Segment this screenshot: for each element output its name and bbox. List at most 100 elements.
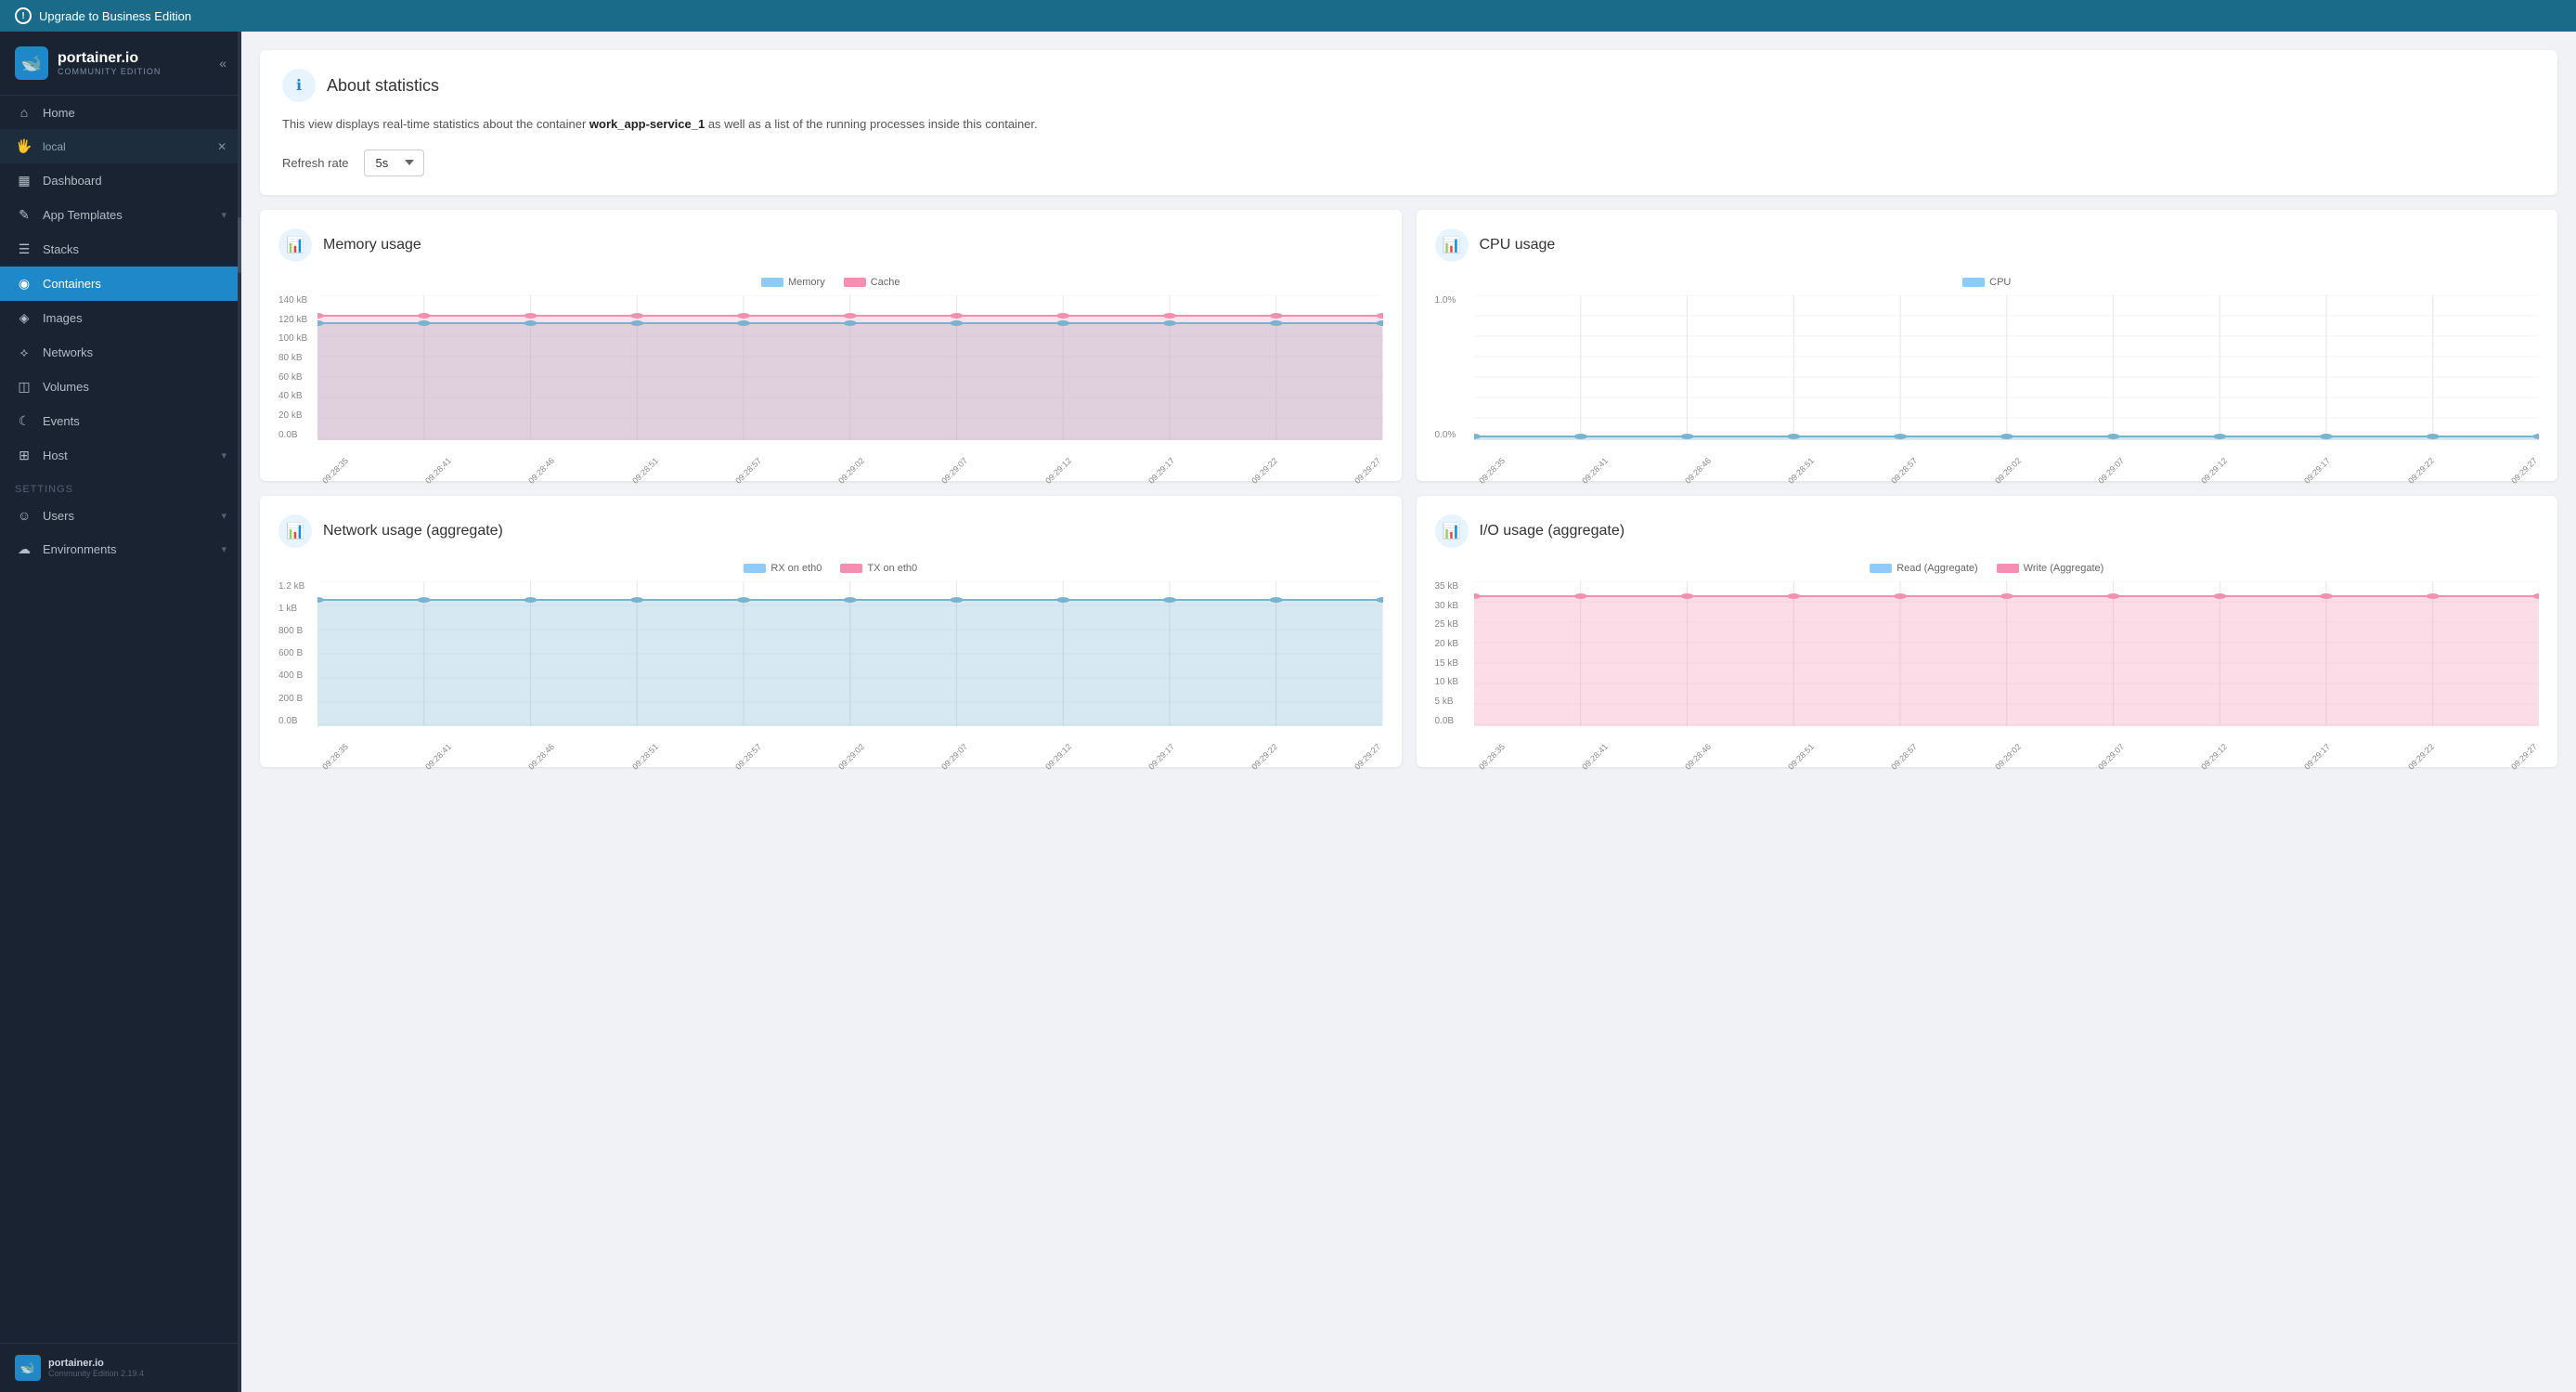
main-content: ℹ About statistics This view displays re… — [241, 32, 2576, 1392]
settings-section-title: Settings — [0, 473, 241, 499]
upgrade-icon: ! — [15, 7, 32, 24]
footer-logo-name: portainer.io — [48, 1358, 144, 1369]
io-chart-legend: Read (Aggregate) Write (Aggregate) — [1435, 563, 2540, 574]
memory-chart-legend: Memory Cache — [278, 277, 1383, 288]
sidebar-item-label: Containers — [43, 277, 227, 291]
sidebar-item-environments[interactable]: ☁ Environments ▾ — [0, 532, 241, 566]
sidebar-item-label: Home — [43, 106, 227, 120]
memory-legend-swatch — [761, 278, 783, 287]
sidebar-item-label: Users — [43, 509, 212, 523]
networks-icon: ⟡ — [15, 345, 33, 360]
sidebar-item-host[interactable]: ⊞ Host ▾ — [0, 438, 241, 473]
io-usage-card: 📊 I/O usage (aggregate) Read (Aggregate)… — [1417, 496, 2558, 767]
sidebar-item-stacks[interactable]: ☰ Stacks — [0, 232, 241, 267]
chevron-down-icon: ▾ — [221, 209, 227, 221]
network-x-axis: 09:28:35 09:28:41 09:28:46 09:28:51 09:2… — [317, 726, 1383, 748]
network-chart-legend: RX on eth0 TX on eth0 — [278, 563, 1383, 574]
sidebar-item-networks[interactable]: ⟡ Networks — [0, 335, 241, 370]
io-y-axis: 35 kB30 kB25 kB20 kB15 kB10 kB5 kB0.0B — [1435, 581, 1474, 726]
cpu-chart-icon: 📊 — [1435, 228, 1469, 262]
read-legend-swatch — [1870, 564, 1892, 573]
sidebar-item-label: Events — [43, 414, 227, 428]
tx-legend-label: TX on eth0 — [867, 563, 917, 574]
cpu-chart-title: CPU usage — [1480, 237, 1556, 254]
refresh-rate-label: Refresh rate — [282, 156, 349, 170]
about-description: This view displays real-time statistics … — [282, 115, 2535, 135]
sidebar-item-label: Networks — [43, 345, 227, 359]
sidebar-logo-area: 🐋 portainer.io COMMUNITY EDITION « — [0, 32, 241, 96]
upgrade-label: Upgrade to Business Edition — [39, 9, 191, 23]
users-icon: ☺ — [15, 508, 33, 523]
network-chart-icon: 📊 — [278, 514, 312, 548]
cpu-legend-label: CPU — [1989, 277, 2011, 288]
chevron-down-icon: ▾ — [221, 449, 227, 462]
refresh-rate-select[interactable]: 5s 1s 10s 30s off — [364, 150, 424, 176]
cpu-usage-card: 📊 CPU usage CPU 1.0%0.0% — [1417, 210, 2558, 481]
sidebar-item-volumes[interactable]: ◫ Volumes — [0, 370, 241, 404]
io-plot — [1474, 581, 2540, 726]
environments-icon: ☁ — [15, 541, 33, 557]
sidebar-item-containers[interactable]: ◉ Containers — [0, 267, 241, 301]
chevron-down-icon: ▾ — [221, 510, 227, 522]
io-x-axis: 09:28:35 09:28:41 09:28:46 09:28:51 09:2… — [1474, 726, 2540, 748]
memory-y-axis: 140 kB120 kB100 kB80 kB60 kB40 kB20 kB0.… — [278, 295, 317, 440]
memory-x-axis: 09:28:35 09:28:41 09:28:46 09:28:51 09:2… — [317, 440, 1383, 462]
sidebar-item-dashboard[interactable]: ▦ Dashboard — [0, 163, 241, 198]
about-statistics-card: ℹ About statistics This view displays re… — [260, 50, 2557, 195]
home-icon: ⌂ — [15, 105, 33, 120]
info-icon: ℹ — [296, 76, 302, 95]
memory-chart-area: 140 kB120 kB100 kB80 kB60 kB40 kB20 kB0.… — [278, 295, 1383, 462]
sidebar-item-images[interactable]: ◈ Images — [0, 301, 241, 335]
sidebar-item-label: Stacks — [43, 242, 227, 256]
memory-legend-label: Memory — [788, 277, 825, 288]
io-chart-area: 35 kB30 kB25 kB20 kB15 kB10 kB5 kB0.0B — [1435, 581, 2540, 748]
write-legend-swatch — [1997, 564, 2019, 573]
cpu-chart-area: 1.0%0.0% — [1435, 295, 2540, 462]
sidebar-item-home[interactable]: ⌂ Home — [0, 96, 241, 129]
sidebar-item-label: Environments — [43, 542, 212, 556]
memory-plot — [317, 295, 1383, 440]
portainer-logo-name: portainer.io — [58, 50, 161, 67]
io-chart-icon: 📊 — [1435, 514, 1469, 548]
sidebar-item-events[interactable]: ☾ Events — [0, 404, 241, 438]
sidebar: 🐋 portainer.io COMMUNITY EDITION « ⌂ Hom… — [0, 32, 241, 1392]
sidebar-item-app-templates[interactable]: ✎ App Templates ▾ — [0, 198, 241, 232]
network-chart-area: 1.2 kB1 kB800 B600 B400 B200 B0.0B — [278, 581, 1383, 748]
portainer-logo-icon: 🐋 — [15, 46, 48, 80]
stacks-icon: ☰ — [15, 241, 33, 257]
memory-chart-icon: 📊 — [278, 228, 312, 262]
read-legend-label: Read (Aggregate) — [1896, 563, 1977, 574]
about-statistics-title: About statistics — [327, 76, 439, 96]
cpu-x-axis: 09:28:35 09:28:41 09:28:46 09:28:51 09:2… — [1474, 440, 2540, 462]
env-label: local — [43, 140, 208, 153]
sidebar-item-users[interactable]: ☺ Users ▾ — [0, 499, 241, 532]
container-name: work_app-service_1 — [589, 117, 705, 131]
cpu-y-axis: 1.0%0.0% — [1435, 295, 1474, 440]
cache-legend-label: Cache — [871, 277, 900, 288]
sidebar-item-label: Host — [43, 449, 212, 462]
sidebar-item-label: Dashboard — [43, 174, 227, 188]
sidebar-item-label: App Templates — [43, 208, 212, 222]
rx-legend-label: RX on eth0 — [770, 563, 822, 574]
cpu-legend-swatch — [1962, 278, 1985, 287]
cpu-plot — [1474, 295, 2540, 440]
network-chart-title: Network usage (aggregate) — [323, 523, 503, 540]
network-plot — [317, 581, 1383, 726]
footer-edition-version: Community Edition 2.19.4 — [48, 1369, 144, 1378]
upgrade-bar[interactable]: ! Upgrade to Business Edition — [0, 0, 2576, 32]
cpu-chart-legend: CPU — [1435, 277, 2540, 288]
io-chart-title: I/O usage (aggregate) — [1480, 523, 1625, 540]
env-close-icon[interactable]: ✕ — [217, 140, 227, 153]
containers-icon: ◉ — [15, 276, 33, 292]
sidebar-env-local[interactable]: 🖐 local ✕ — [0, 129, 241, 163]
dashboard-icon: ▦ — [15, 173, 33, 189]
cache-legend-swatch — [844, 278, 866, 287]
volumes-icon: ◫ — [15, 379, 33, 395]
chevron-down-icon: ▾ — [221, 543, 227, 555]
tx-legend-swatch — [840, 564, 862, 573]
portainer-edition: COMMUNITY EDITION — [58, 67, 161, 76]
charts-grid: 📊 Memory usage Memory Cache 140 kB12 — [260, 210, 2557, 767]
env-icon: 🖐 — [15, 138, 33, 154]
sidebar-collapse-button[interactable]: « — [219, 56, 227, 71]
host-icon: ⊞ — [15, 448, 33, 463]
